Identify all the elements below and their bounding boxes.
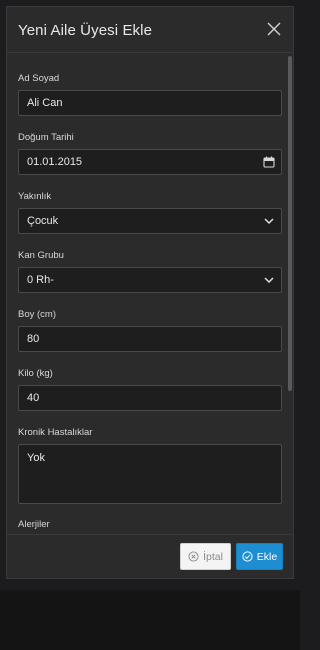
chronic-diseases-textarea[interactable]: Yok: [18, 444, 282, 504]
height-value: 80: [27, 333, 40, 345]
name-input[interactable]: Ali Can: [18, 90, 282, 116]
weight-label: Kilo (kg): [18, 368, 53, 379]
weight-input[interactable]: 40: [18, 385, 282, 411]
birth-date-label: Doğum Tarihi: [18, 132, 74, 143]
cancel-button[interactable]: İptal: [180, 543, 231, 570]
blood-type-select[interactable]: 0 Rh-: [18, 267, 282, 293]
blood-type-label: Kan Grubu: [18, 250, 64, 261]
chevron-down-icon: [264, 277, 274, 284]
dialog-header: Yeni Aile Üyesi Ekle: [7, 7, 293, 53]
add-button[interactable]: Ekle: [236, 543, 283, 570]
dialog-scrollbar[interactable]: [288, 56, 292, 391]
cancel-circle-icon: [188, 551, 199, 562]
name-label: Ad Soyad: [18, 73, 60, 84]
chevron-down-icon: [264, 218, 274, 225]
blood-type-value: 0 Rh-: [27, 274, 54, 286]
birth-date-value: 01.01.2015: [27, 156, 83, 168]
check-circle-icon: [242, 551, 253, 562]
chronic-diseases-label: Kronik Hastalıklar: [18, 427, 93, 438]
dialog-title: Yeni Aile Üyesi Ekle: [18, 22, 153, 39]
relation-select[interactable]: Çocuk: [18, 208, 282, 234]
height-input[interactable]: 80: [18, 326, 282, 352]
height-label: Boy (cm): [18, 309, 56, 320]
name-value: Ali Can: [27, 97, 63, 109]
close-button[interactable]: [264, 19, 284, 39]
page-backdrop: [0, 590, 300, 650]
cancel-label: İptal: [203, 550, 223, 563]
calendar-icon[interactable]: [263, 156, 275, 168]
dialog-footer: İptal Ekle: [7, 534, 293, 578]
weight-value: 40: [27, 392, 40, 404]
relation-value: Çocuk: [27, 215, 59, 227]
dialog-body[interactable]: Ad Soyad Ali Can Doğum Tarihi 01.01.2015…: [7, 54, 289, 536]
chronic-diseases-value: Yok: [27, 452, 45, 464]
allergies-label: Alerjiler: [18, 519, 50, 530]
add-label: Ekle: [256, 550, 278, 563]
add-family-member-dialog: Yeni Aile Üyesi Ekle Ad Soyad Ali Can Do…: [6, 6, 294, 579]
close-icon: [267, 22, 281, 36]
relation-label: Yakınlık: [18, 191, 52, 202]
birth-date-input[interactable]: 01.01.2015: [18, 149, 282, 175]
